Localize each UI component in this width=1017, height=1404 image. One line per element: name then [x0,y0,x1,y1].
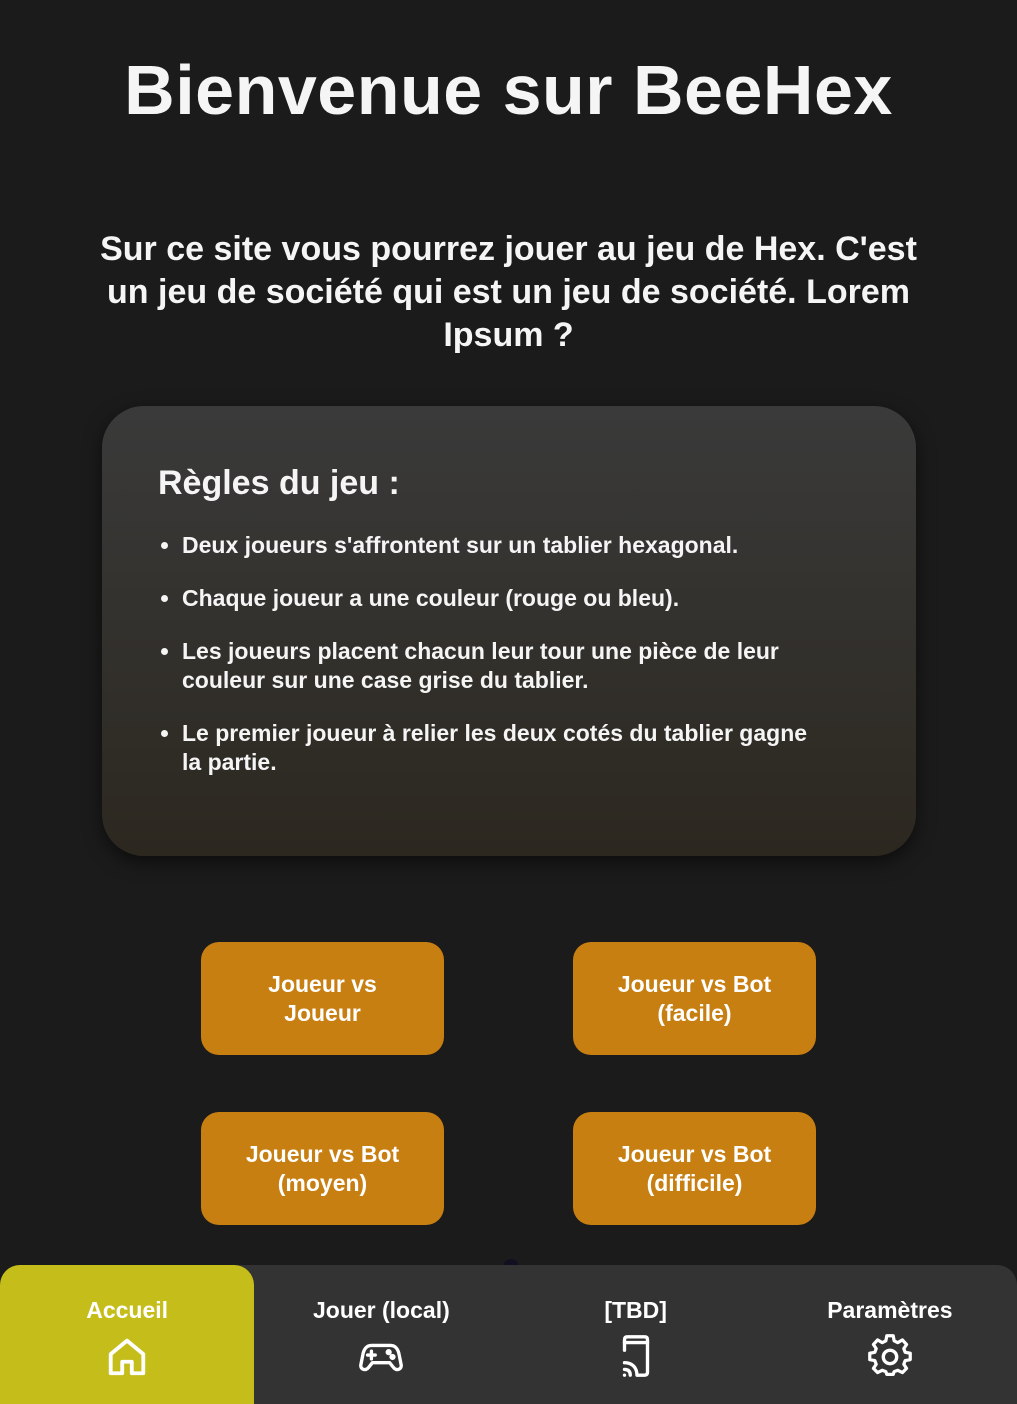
bottom-navigation: Accueil Jouer (local) [TBD] Paramètres [0,1265,1017,1404]
cast-device-icon [612,1332,660,1380]
player-vs-player-button[interactable]: Joueur vs Joueur [201,942,444,1055]
home-icon [103,1332,151,1380]
rule-item: Deux joueurs s'affrontent sur un tablier… [182,531,820,560]
player-vs-bot-hard-button[interactable]: Joueur vs Bot (difficile) [573,1112,816,1225]
rule-item: Les joueurs placent chacun leur tour une… [182,637,820,695]
rules-list: Deux joueurs s'affrontent sur un tablier… [158,531,820,777]
player-vs-bot-easy-button[interactable]: Joueur vs Bot (facile) [573,942,816,1055]
nav-item-play-local[interactable]: Jouer (local) [254,1265,508,1404]
gear-icon [866,1332,914,1380]
nav-item-label: Paramètres [827,1297,953,1323]
rule-item: Le premier joueur à relier les deux coté… [182,719,820,777]
rules-title: Règles du jeu : [158,464,400,502]
nav-item-tbd[interactable]: [TBD] [509,1265,763,1404]
nav-item-label: Jouer (local) [312,1297,450,1323]
intro-text: Sur ce site vous pourrez jouer au jeu de… [100,230,917,354]
nav-item-label: Accueil [86,1297,169,1323]
player-vs-bot-medium-button[interactable]: Joueur vs Bot (moyen) [201,1112,444,1225]
gamepad-icon [357,1332,405,1380]
nav-item-home[interactable]: Accueil [0,1265,255,1404]
rules-card: Règles du jeu : Deux joueurs s'affronten… [102,406,916,856]
page-title: Bienvenue sur BeeHex [124,51,893,129]
home-page: Bienvenue sur BeeHex Sur ce site vous po… [0,0,1017,1404]
nav-item-label: [TBD] [604,1297,667,1323]
rule-item: Chaque joueur a une couleur (rouge ou bl… [182,584,820,613]
nav-item-settings[interactable]: Paramètres [763,1265,1017,1404]
